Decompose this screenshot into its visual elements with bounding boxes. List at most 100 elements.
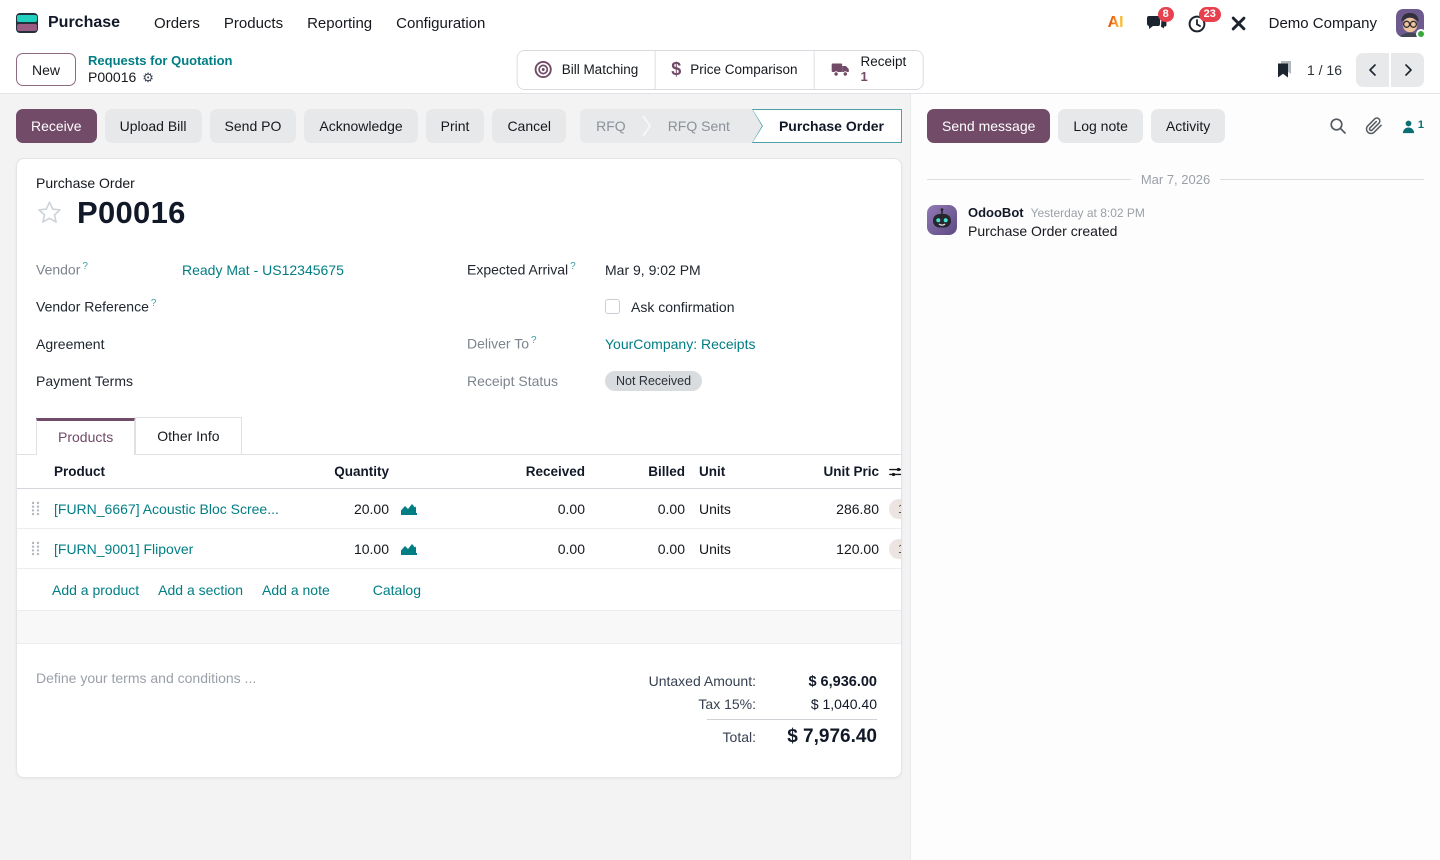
product-link[interactable]: [FURN_9001] Flipover [54,541,193,557]
field-agreement: Agreement [36,325,451,362]
company-name[interactable]: Demo Company [1269,15,1377,32]
tax-row: Tax 15%: $ 1,040.40 [627,693,877,715]
col-unit[interactable]: Unit [685,464,779,479]
chevron-left-icon [1367,64,1379,76]
add-product-link[interactable]: Add a product [52,582,139,598]
optional-columns-icon[interactable] [879,465,902,479]
drag-handle-icon[interactable] [17,541,51,556]
tools-icon[interactable] [1228,12,1250,34]
new-button[interactable]: New [16,53,76,86]
activity-button[interactable]: Activity [1151,109,1225,143]
gear-icon[interactable]: ⚙ [142,70,154,86]
sheet-bottom: Define your terms and conditions ... Unt… [17,670,901,751]
search-icon[interactable] [1329,117,1347,135]
messages-icon[interactable]: 8 [1146,12,1168,34]
add-section-link[interactable]: Add a section [158,582,243,598]
favorite-star-icon[interactable] [36,200,63,226]
unit-price-cell[interactable]: 120.00 [779,541,879,557]
cancel-button[interactable]: Cancel [492,109,566,143]
unit-price-cell[interactable]: 286.80 [779,501,879,517]
bookmark-icon[interactable] [1276,60,1293,79]
pager-next-button[interactable] [1391,53,1424,87]
breadcrumb-parent[interactable]: Requests for Quotation [88,53,232,69]
col-billed[interactable]: Billed [585,464,685,479]
forecast-icon[interactable] [389,501,429,516]
upload-bill-button[interactable]: Upload Bill [105,109,202,143]
deliver-to-link[interactable]: YourCompany: Receipts [605,336,755,352]
status-step-rfq[interactable]: RFQ [580,118,642,134]
table-footer-links: Add a product Add a section Add a note C… [17,569,901,611]
product-link[interactable]: [FURN_6667] Acoustic Bloc Scree... [54,501,279,517]
breadcrumb: Requests for Quotation P00016 ⚙ [88,53,232,87]
menu-products[interactable]: Products [212,9,295,38]
receipt-button[interactable]: Receipt 1 [815,51,923,89]
pager: 1 / 16 [1276,53,1424,87]
expected-arrival-input[interactable]: Mar 9, 9:02 PM [605,262,701,278]
help-icon: ? [531,335,537,346]
odoobot-avatar[interactable] [927,205,957,239]
acknowledge-button[interactable]: Acknowledge [304,109,417,143]
tab-products[interactable]: Products [36,418,135,455]
billed-cell: 0.00 [585,501,685,517]
menu-orders[interactable]: Orders [142,9,212,38]
status-step-rfq-sent[interactable]: RFQ Sent [652,118,746,134]
paperclip-icon[interactable] [1365,117,1383,135]
notebook-tabs: Products Other Info [17,417,901,455]
drag-handle-icon[interactable] [17,501,51,516]
tab-other-info[interactable]: Other Info [135,417,241,454]
menu-reporting[interactable]: Reporting [295,9,384,38]
receipt-count: 1 [861,70,907,85]
log-note-button[interactable]: Log note [1058,109,1143,143]
message-author[interactable]: OdooBot [968,205,1024,220]
tax-badge[interactable]: 1 [889,539,902,559]
field-group: Vendor? Ready Mat - US12345675 Vendor Re… [36,251,882,399]
navbar: Purchase Orders Products Reporting Confi… [0,0,1440,46]
followers-icon[interactable]: 1 [1401,119,1424,134]
dollar-icon: $ [671,59,681,80]
status-separator-icon [642,114,652,138]
price-comparison-button[interactable]: $ Price Comparison [655,51,814,89]
quantity-cell[interactable]: 10.00 [303,541,389,557]
terms-placeholder[interactable]: Define your terms and conditions ... [36,670,256,686]
ask-confirmation-checkbox[interactable] [605,299,620,314]
catalog-link[interactable]: Catalog [373,582,421,598]
chatter: Send message Log note Activity 1 Mar 7, … [910,94,1440,860]
app-name[interactable]: Purchase [48,14,120,32]
col-product[interactable]: Product [51,464,303,479]
ask-confirmation-label[interactable]: Ask confirmation [631,299,734,315]
pager-value[interactable]: 1 / 16 [1307,62,1342,78]
tax-badge[interactable]: 1 [889,499,902,519]
bill-matching-button[interactable]: Bill Matching [518,51,656,89]
send-po-button[interactable]: Send PO [210,109,297,143]
follower-count: 1 [1418,119,1424,131]
col-received[interactable]: Received [429,464,585,479]
add-note-link[interactable]: Add a note [262,582,330,598]
user-avatar[interactable] [1396,9,1424,37]
messages-badge: 8 [1158,7,1174,22]
status-step-purchase-order[interactable]: Purchase Order [753,110,901,142]
quantity-cell[interactable]: 20.00 [303,501,389,517]
field-vendor-reference: Vendor Reference? [36,288,451,325]
unit-cell[interactable]: Units [685,501,779,517]
breadcrumb-current: P00016 [88,69,136,87]
send-message-button[interactable]: Send message [927,109,1050,143]
pager-prev-button[interactable] [1356,53,1389,87]
statusbar: RFQ RFQ Sent Purchase Order [580,109,902,143]
unit-cell[interactable]: Units [685,541,779,557]
ai-icon[interactable]: AI [1105,12,1127,34]
vendor-link[interactable]: Ready Mat - US12345675 [182,262,344,278]
col-unit-price[interactable]: Unit Pric [779,464,879,479]
forecast-icon[interactable] [389,541,429,556]
receive-button[interactable]: Receive [16,109,97,143]
crossed-tools-icon [1229,14,1248,33]
chatter-message: OdooBot Yesterday at 8:02 PM Purchase Or… [911,199,1440,245]
col-quantity[interactable]: Quantity [303,464,389,479]
action-bar: Receive Upload Bill Send PO Acknowledge … [0,94,910,158]
table-row: [FURN_6667] Acoustic Bloc Scree... 20.00… [17,489,901,529]
activities-icon[interactable]: 23 [1187,12,1209,34]
print-button[interactable]: Print [426,109,485,143]
presence-dot [1416,29,1426,39]
apps-menu-button[interactable]: Purchase [16,13,120,33]
menu-configuration[interactable]: Configuration [384,9,497,38]
form-sheet: Purchase Order P00016 Vendor? Ready Mat … [16,158,902,778]
